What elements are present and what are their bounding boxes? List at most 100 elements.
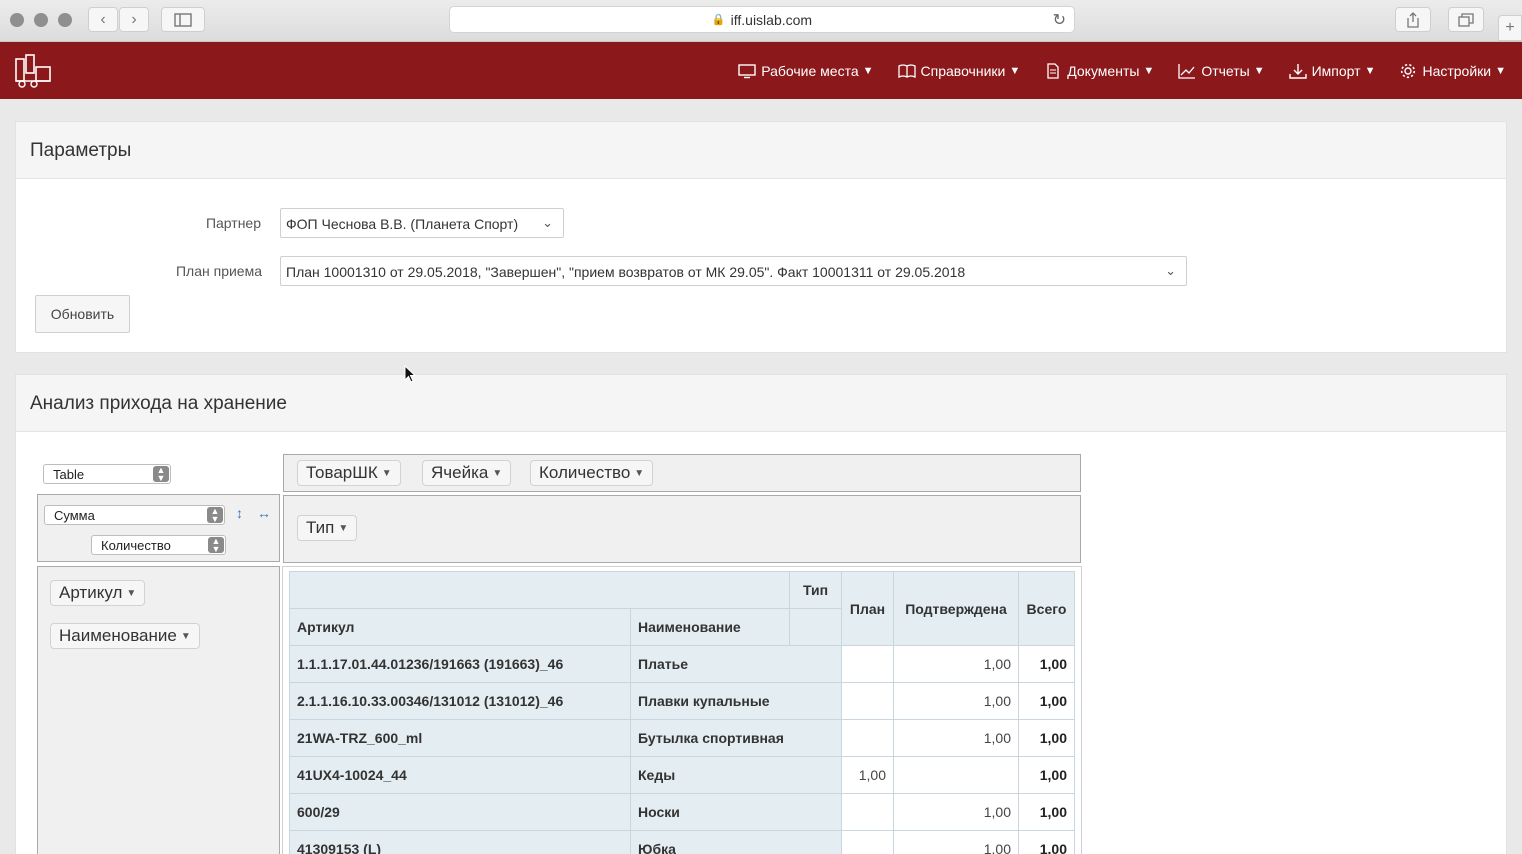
cell-name: Платье: [630, 645, 842, 683]
app-header: Рабочие места ▼ Справочники ▼ Документы ▼ О…: [0, 42, 1522, 99]
chevron-down-icon: ⌄: [542, 215, 553, 230]
aggregator-select[interactable]: Сумма ▲ ▼: [44, 505, 225, 525]
partner-value: ФОП Чеснова В.В. (Планета Спорт): [286, 216, 519, 232]
caret-down-icon: ▼: [338, 523, 349, 534]
table-row: 41UX4-10024_44 Кеды 1,00 1,00: [289, 756, 1075, 794]
plan-value: План 10001310 от 29.05.2018, "Завершен",…: [286, 264, 966, 280]
cell-plan: [841, 682, 894, 720]
row-attrs-area: [37, 566, 280, 854]
main-nav: Рабочие места ▼ Справочники ▼ Документы ▼ О…: [714, 42, 1506, 99]
field-chip-type[interactable]: Тип ▼: [297, 515, 358, 541]
cell-name: Плавки купальные: [630, 682, 842, 720]
nav-reports[interactable]: Отчеты ▼: [1178, 62, 1265, 79]
cell-confirmed: 1,00: [893, 682, 1019, 720]
field-chip-name[interactable]: Наименование ▼: [50, 623, 200, 649]
nav-label: Справочники: [920, 62, 1006, 79]
nav-documents[interactable]: Документы ▼: [1044, 63, 1154, 79]
sidebar-toggle-icon[interactable]: [161, 7, 205, 32]
cell-name: Носки: [630, 793, 842, 831]
cell-article: 2.1.1.16.10.33.00346/131012 (131012)_46: [289, 682, 631, 720]
renderer-select[interactable]: Table ▲ ▼: [43, 464, 171, 484]
cell-total: 1,00: [1018, 719, 1075, 757]
cell-plan: [841, 830, 894, 854]
analysis-title: Анализ прихода на хранение: [16, 375, 1506, 432]
sort-rows-icon[interactable]: ↕: [236, 505, 243, 521]
cell-confirmed: 1,00: [893, 719, 1019, 757]
cell-article: 21WA-TRZ_600_ml: [289, 719, 631, 757]
book-icon: [897, 63, 916, 78]
back-icon[interactable]: ‹: [88, 7, 118, 32]
share-icon[interactable]: [1395, 7, 1431, 32]
field-chip-article[interactable]: Артикул ▼: [50, 580, 146, 606]
aggregator-field-value: Количество: [101, 538, 171, 553]
plan-select[interactable]: План 10001310 от 29.05.2018, "Завершен",…: [280, 256, 1187, 286]
new-tab-icon[interactable]: +: [1498, 15, 1522, 41]
reload-icon[interactable]: ↻: [1053, 10, 1066, 30]
table-row: 2.1.1.16.10.33.00346/131012 (131012)_46 …: [289, 682, 1075, 720]
cell-plan: [841, 719, 894, 757]
table-row: 600/29 Носки 1,00 1,00: [289, 793, 1075, 831]
aggregator-value: Сумма: [54, 508, 95, 523]
header-plan: План: [841, 571, 894, 646]
logo-icon[interactable]: [14, 53, 52, 89]
address-bar[interactable]: 🔒 iff.uislab.com ↻: [449, 6, 1075, 33]
field-chip-quantity[interactable]: Количество ▼: [530, 460, 654, 486]
table-row: 41309153 (L) Юбка 1,00 1,00: [289, 830, 1075, 854]
unused-fields-area: [283, 454, 1081, 492]
field-chip-cell[interactable]: Ячейка ▼: [422, 460, 512, 486]
cell-article: 41309153 (L): [289, 830, 631, 854]
cell-total: 1,00: [1018, 756, 1075, 794]
cell-name: Юбка: [630, 830, 842, 854]
nav-label: Рабочие места: [761, 62, 859, 79]
table-row: 21WA-TRZ_600_ml Бутылка спортивная 1,00 …: [289, 719, 1075, 757]
cell-total: 1,00: [1018, 830, 1075, 854]
cell-plan: [841, 793, 894, 831]
cell-plan: 1,00: [841, 756, 894, 794]
nav-settings[interactable]: Настройки ▼: [1399, 63, 1506, 79]
forward-icon[interactable]: ›: [119, 7, 149, 32]
caret-down-icon: ▼: [492, 468, 503, 479]
spinner-icon: ▲ ▼: [208, 537, 224, 554]
cell-plan: [841, 645, 894, 683]
cell-total: 1,00: [1018, 682, 1075, 720]
url-text: iff.uislab.com: [730, 11, 813, 28]
cell-total: 1,00: [1018, 645, 1075, 683]
cell-name: Кеды: [630, 756, 842, 794]
partner-label: Партнер: [205, 215, 261, 231]
caret-down-icon: ▼: [634, 468, 645, 479]
header-name: Наименование: [630, 608, 790, 646]
chevron-down-icon: ⌄: [1165, 263, 1176, 278]
zoom-window-button[interactable]: [58, 13, 72, 27]
browser-toolbar: ‹ › 🔒 iff.uislab.com ↻ +: [0, 0, 1522, 42]
corner-cell: [289, 571, 790, 609]
caret-down-icon: ▼: [180, 631, 191, 642]
refresh-button[interactable]: Обновить: [35, 295, 130, 333]
header-blank: [789, 608, 842, 646]
header-article: Артикул: [289, 608, 631, 646]
spinner-icon: ▲ ▼: [153, 466, 169, 483]
gear-icon: [1401, 63, 1416, 78]
download-icon: [1288, 63, 1307, 79]
spinner-icon: ▲ ▼: [207, 507, 223, 524]
nav-directories[interactable]: Справочники ▼: [897, 62, 1020, 79]
pivot-table: Тип План Подтверждена Всего Артикул Наим…: [289, 571, 1075, 854]
nav-label: Импорт: [1311, 62, 1361, 79]
nav-import[interactable]: Импорт ▼: [1288, 62, 1375, 79]
sort-cols-icon[interactable]: ↔: [257, 505, 271, 521]
aggregator-field-select[interactable]: Количество ▲ ▼: [91, 535, 226, 555]
renderer-value: Table: [53, 467, 85, 482]
tabs-overview-icon[interactable]: [1448, 7, 1484, 32]
cell-confirmed: [893, 756, 1019, 794]
params-panel: Параметры Партнер ФОП Чеснова В.В. (План…: [15, 121, 1507, 353]
nav-label: Отчеты: [1201, 62, 1250, 79]
minimize-window-button[interactable]: [34, 13, 48, 27]
caret-down-icon: ▼: [381, 468, 392, 479]
field-chip-barcode[interactable]: ТоварШК ▼: [297, 460, 401, 486]
nav-label: Документы: [1067, 62, 1140, 79]
cell-name: Бутылка спортивная: [630, 719, 842, 757]
close-window-button[interactable]: [10, 13, 24, 27]
partner-select[interactable]: ФОП Чеснова В.В. (Планета Спорт) ⌄: [280, 208, 564, 238]
cell-confirmed: 1,00: [893, 645, 1019, 683]
nav-workplaces[interactable]: Рабочие места ▼: [738, 62, 874, 79]
plan-label: План приема: [175, 263, 262, 279]
